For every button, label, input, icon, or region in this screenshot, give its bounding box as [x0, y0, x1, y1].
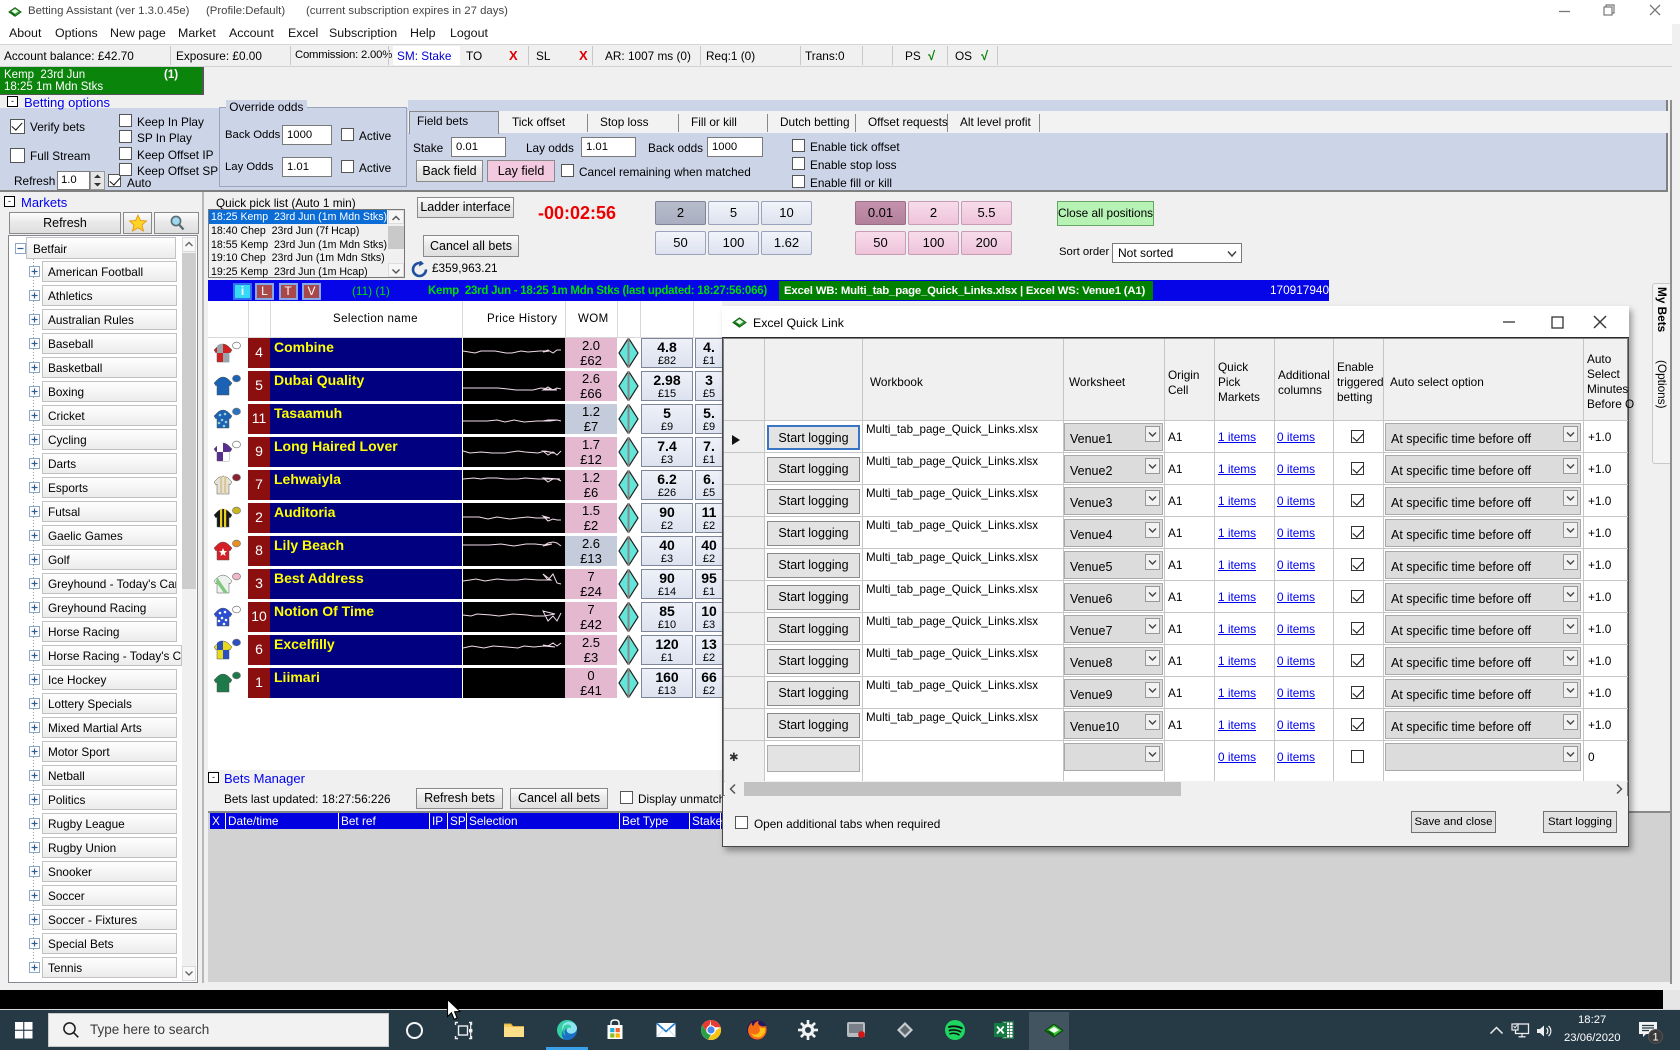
svg-text:1: 1	[1652, 1032, 1658, 1044]
